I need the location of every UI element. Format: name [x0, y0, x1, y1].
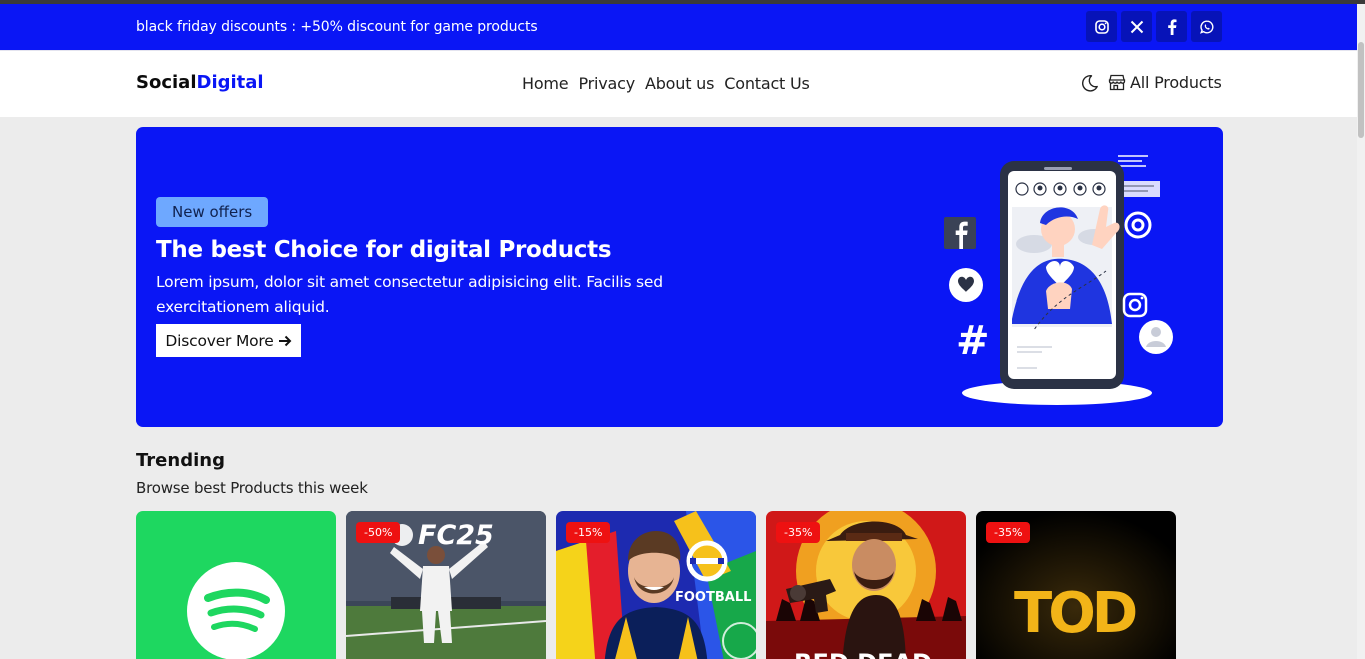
discount-badge: -35% — [776, 522, 821, 543]
nav-link-privacy[interactable]: Privacy — [578, 74, 635, 93]
moon-icon — [1082, 75, 1098, 92]
svg-text:#: # — [956, 318, 990, 364]
promo-bar: black friday discounts : +50% discount f… — [0, 4, 1357, 50]
site-logo[interactable]: SocialDigital — [136, 72, 264, 93]
trending-products: FC25 -50% FOOTBALL -15% -35% TOD -35% — [136, 511, 1176, 659]
tod-logo-text: TOD — [1014, 581, 1136, 646]
discount-badge: -15% — [566, 522, 611, 543]
whatsapp-icon — [1199, 19, 1213, 34]
page-scrollbar[interactable] — [1357, 4, 1365, 659]
product-card-spotify[interactable] — [136, 511, 336, 659]
instagram-icon — [1094, 19, 1109, 34]
main-nav: Home Privacy About us Contact Us — [522, 74, 810, 93]
hero-banner: New offers The best Choice for digital P… — [136, 127, 1223, 427]
trending-title: Trending — [136, 450, 225, 471]
spotify-art — [136, 511, 336, 659]
nav-link-contact[interactable]: Contact Us — [724, 74, 810, 93]
discount-badge: -50% — [356, 522, 401, 543]
nav-link-about[interactable]: About us — [645, 74, 714, 93]
facebook-icon — [1167, 18, 1176, 35]
x-twitter-link[interactable] — [1121, 11, 1152, 42]
facebook-link[interactable] — [1156, 11, 1187, 42]
x-twitter-icon — [1130, 20, 1143, 33]
social-links — [1086, 11, 1222, 42]
fc25-logo-text: FC25 — [418, 520, 494, 551]
logo-part-digital: Digital — [196, 72, 264, 93]
scrollbar-thumb[interactable] — [1358, 42, 1364, 138]
discover-more-label: Discover More — [165, 331, 274, 350]
promo-text: black friday discounts : +50% discount f… — [136, 19, 538, 35]
efootball-logo-text: FOOTBALL — [675, 590, 751, 605]
product-card-fc25[interactable]: FC25 -50% — [346, 511, 546, 659]
product-card-tod[interactable]: TOD -35% — [976, 511, 1176, 659]
instagram-link[interactable] — [1086, 11, 1117, 42]
theme-toggle-button[interactable] — [1080, 74, 1099, 97]
red-dead-logo-text: RED DEAD — [794, 649, 932, 659]
discount-badge: -35% — [986, 522, 1031, 543]
new-offers-badge: New offers — [156, 197, 269, 227]
store-icon — [1108, 74, 1126, 91]
logo-part-social: Social — [136, 72, 197, 93]
arrow-right-icon — [278, 335, 291, 346]
whatsapp-link[interactable] — [1191, 11, 1222, 42]
nav-link-home[interactable]: Home — [522, 74, 569, 93]
product-card-efootball[interactable]: FOOTBALL -15% — [556, 511, 756, 659]
all-products-label: All Products — [1130, 73, 1222, 92]
all-products-link[interactable]: All Products — [1108, 73, 1222, 92]
discover-more-button[interactable]: Discover More — [156, 324, 301, 357]
trending-subtitle: Browse best Products this week — [136, 479, 368, 497]
hero-title: The best Choice for digital Products — [156, 237, 612, 263]
product-card-red-dead[interactable]: RED DEAD -35% — [766, 511, 966, 659]
navbar: SocialDigital Home Privacy About us Cont… — [0, 50, 1357, 117]
social-media-illustration: # — [944, 155, 1173, 405]
hero-description: Lorem ipsum, dolor sit amet consectetur … — [156, 273, 663, 316]
